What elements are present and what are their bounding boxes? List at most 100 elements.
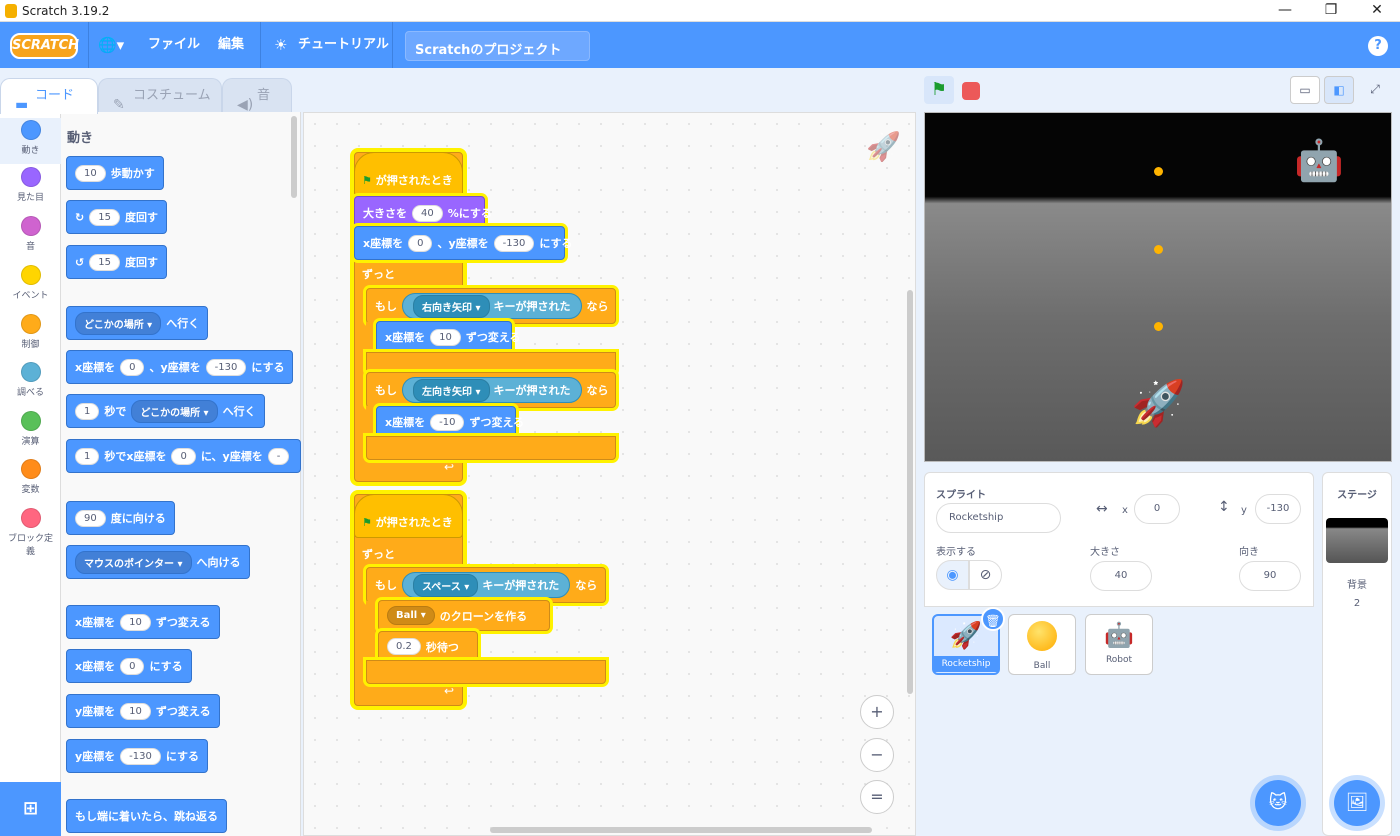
fullscreen-button[interactable]: ⤢ <box>1360 76 1390 104</box>
if-left-arrow-block[interactable]: もし 左向き矢印 ▾ キーが押された なら <box>366 372 616 408</box>
size-input[interactable]: 40 <box>412 204 443 222</box>
tutorials-menu[interactable]: チュートリアル <box>298 22 389 68</box>
create-clone-block[interactable]: Ball ▾ のクローンを作る <box>378 600 550 631</box>
key-dropdown[interactable]: 左向き矢印 ▾ <box>413 378 490 402</box>
add-extension-button[interactable]: ⊞ <box>0 782 61 836</box>
secs-input[interactable]: 1 <box>75 402 100 420</box>
small-stage-button[interactable]: ▭ <box>1290 76 1320 104</box>
secs-input[interactable]: 1 <box>75 447 100 465</box>
goto-block[interactable]: どこかの場所 ▾ へ行く <box>66 306 209 340</box>
turn-right-block[interactable]: ↻ 15 度回す <box>66 200 167 234</box>
glide-block[interactable]: 1 秒で どこかの場所 ▾ へ行く <box>66 394 265 428</box>
change-x-block[interactable]: x座標を 10 ずつ変える <box>66 605 220 639</box>
hide-eye-icon[interactable]: ⊘ <box>969 560 1002 590</box>
if-right-arrow-block[interactable]: もし 右向き矢印 ▾ キーが押された なら <box>366 288 616 324</box>
help-icon[interactable]: ? <box>1368 36 1388 56</box>
tab-costumes[interactable]: ✎ コスチューム <box>98 78 222 113</box>
key-pressed-condition[interactable]: 左向き矢印 ▾ キーが押された <box>402 377 582 403</box>
sprite-tile-robot[interactable]: 🤖 Robot <box>1085 614 1153 675</box>
key-pressed-condition[interactable]: 右向き矢印 ▾ キーが押された <box>402 293 582 319</box>
point-direction-block[interactable]: 90 度に向ける <box>66 501 175 535</box>
x-input[interactable]: 0 <box>408 234 433 252</box>
size-input[interactable]: 40 <box>1090 561 1152 591</box>
y-input[interactable]: -130 <box>120 747 161 765</box>
degrees-input[interactable]: 15 <box>89 253 120 271</box>
y-input[interactable]: -130 <box>1255 494 1301 524</box>
y-input[interactable]: -130 <box>205 358 247 376</box>
glide-xy-block[interactable]: 1 秒でx座標を 0 に、y座標を - <box>66 439 301 473</box>
x-input[interactable]: 0 <box>171 447 196 465</box>
category-motion[interactable]: 動き <box>0 118 61 164</box>
y-input[interactable]: - <box>267 447 290 465</box>
maximize-button[interactable]: ❐ <box>1308 0 1354 22</box>
direction-input[interactable]: 90 <box>1239 561 1301 591</box>
dy-input[interactable]: 10 <box>120 702 151 720</box>
goto-target-dropdown[interactable]: どこかの場所 ▾ <box>75 311 162 335</box>
category-variables[interactable]: 変数 <box>0 459 61 495</box>
x-input[interactable]: 0 <box>120 657 145 675</box>
language-globe-icon[interactable]: 🌐▾ <box>98 22 124 68</box>
sprite-tile-ball[interactable]: Ball <box>1008 614 1076 675</box>
close-button[interactable]: ✕ <box>1354 0 1400 22</box>
edit-menu[interactable]: 編集 <box>218 22 244 68</box>
y-input[interactable]: -130 <box>493 234 535 252</box>
choose-backdrop-icon[interactable]: 🖼 <box>1334 780 1380 826</box>
scratch-logo[interactable]: SCRATCH <box>10 33 79 59</box>
zoom-out-button[interactable]: − <box>860 738 894 772</box>
tab-code[interactable]: ▬ コード <box>0 78 98 114</box>
dx-input[interactable]: 10 <box>120 613 151 631</box>
zoom-in-button[interactable]: + <box>860 695 894 729</box>
change-x-block-right[interactable]: x座標を 10 ずつ変える <box>376 321 521 353</box>
minimize-button[interactable]: — <box>1262 0 1308 22</box>
x-input[interactable]: 0 <box>1134 494 1180 524</box>
set-y-block[interactable]: y座標を -130 にする <box>66 739 208 773</box>
clone-target-dropdown[interactable]: Ball ▾ <box>387 606 435 625</box>
change-y-block[interactable]: y座標を 10 ずつ変える <box>66 694 220 728</box>
secs-input[interactable]: 0.2 <box>387 638 421 655</box>
category-my-blocks[interactable]: ブロック定義 <box>0 508 61 557</box>
move-steps-block[interactable]: 10 歩動かす <box>66 156 164 190</box>
degrees-input[interactable]: 15 <box>89 208 120 226</box>
goto-xy-block-script[interactable]: x座標を 0 、y座標を -130 にする <box>354 226 572 260</box>
point-towards-block[interactable]: マウスのポインター ▾ へ向ける <box>66 545 250 579</box>
if-space-block[interactable]: もし スペース ▾ キーが押された なら <box>366 567 606 603</box>
dx-input[interactable]: 10 <box>430 328 461 346</box>
direction-input[interactable]: 90 <box>75 509 106 527</box>
bounce-block[interactable]: もし端に着いたら、跳ね返る <box>66 799 227 833</box>
green-flag-button[interactable]: ⚑ <box>924 76 954 104</box>
key-dropdown[interactable]: 右向き矢印 ▾ <box>413 294 490 318</box>
glide-target-dropdown[interactable]: どこかの場所 ▾ <box>131 399 218 423</box>
category-operators[interactable]: 演算 <box>0 411 61 447</box>
category-looks[interactable]: 見た目 <box>0 167 61 203</box>
turn-left-block[interactable]: ↺ 15 度回す <box>66 245 167 279</box>
large-stage-button[interactable]: ◧ <box>1324 76 1354 104</box>
set-x-block[interactable]: x座標を 0 にする <box>66 649 192 683</box>
x-input[interactable]: 0 <box>120 358 145 376</box>
category-control[interactable]: 制御 <box>0 314 61 350</box>
script-vertical-scrollbar[interactable] <box>907 290 913 694</box>
key-dropdown[interactable]: スペース ▾ <box>413 573 479 597</box>
project-title-input[interactable]: Scratchのプロジェクト <box>405 31 590 61</box>
stage-canvas[interactable]: 🤖 🚀 <box>924 112 1392 462</box>
tab-sounds[interactable]: ◀) 音 <box>222 78 292 113</box>
palette-scrollbar[interactable] <box>291 116 297 198</box>
category-sound[interactable]: 音 <box>0 216 61 252</box>
stop-button[interactable] <box>962 82 980 100</box>
delete-sprite-trash-icon[interactable]: 🗑 <box>981 607 1005 631</box>
key-pressed-condition[interactable]: スペース ▾ キーが押された <box>402 572 571 598</box>
dx-input[interactable]: -10 <box>430 413 465 431</box>
show-eye-icon[interactable]: ◉ <box>936 560 969 590</box>
category-events[interactable]: イベント <box>0 265 61 301</box>
zoom-reset-button[interactable]: = <box>860 780 894 814</box>
change-x-block-left[interactable]: x座標を -10 ずつ変える <box>376 406 524 438</box>
wait-block[interactable]: 0.2 秒待つ <box>378 631 478 662</box>
file-menu[interactable]: ファイル <box>148 22 200 68</box>
steps-input[interactable]: 10 <box>75 164 106 182</box>
set-size-block[interactable]: 大きさを 40 %にする <box>354 196 492 230</box>
sprite-name-input[interactable]: Rocketship <box>936 503 1061 533</box>
choose-sprite-cat-icon[interactable]: 🐱 <box>1255 780 1301 826</box>
point-target-dropdown[interactable]: マウスのポインター ▾ <box>75 550 192 574</box>
category-sensing[interactable]: 調べる <box>0 362 61 398</box>
script-horizontal-scrollbar[interactable] <box>490 827 872 833</box>
goto-xy-block[interactable]: x座標を 0 、y座標を -130 にする <box>66 350 294 384</box>
